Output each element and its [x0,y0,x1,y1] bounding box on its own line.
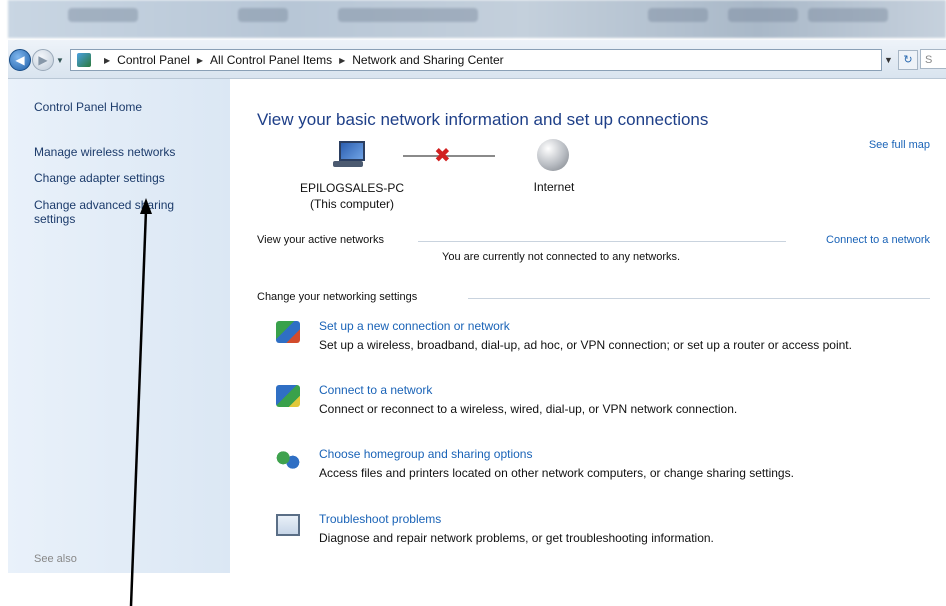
connect-to-network-link[interactable]: Connect to a network [826,234,930,246]
change-advanced-sharing-link-cont[interactable]: settings [34,212,75,226]
task-title-link[interactable]: Set up a new connection or network [319,319,510,333]
task-connect-network: Connect to a network Connect or reconnec… [276,383,936,423]
see-also-label: See also [34,553,77,565]
change-advanced-sharing-link[interactable]: Change advanced sharing [34,198,174,212]
computer-label: EPILOGSALES-PC (This computer) [294,180,410,212]
screenshot: ◀ ▶ ▼ ▶ Control Panel ▶ All Control Pane… [0,0,946,606]
breadcrumb-separator-icon: ▶ [196,55,204,65]
troubleshoot-icon [276,514,300,536]
task-title-link[interactable]: Troubleshoot problems [319,512,441,526]
task-troubleshoot: Troubleshoot problems Diagnose and repai… [276,512,936,552]
control-panel-home-link[interactable]: Control Panel Home [34,100,142,114]
control-panel-icon [77,53,91,67]
disconnected-x-icon: ✖ [434,145,451,167]
task-title-link[interactable]: Connect to a network [319,383,432,397]
new-connection-icon [276,321,300,343]
forward-arrow-icon[interactable]: ▶ [32,49,54,71]
task-title-link[interactable]: Choose homegroup and sharing options [319,447,532,461]
address-dropdown-chevron-icon[interactable]: ▼ [884,55,893,65]
left-task-pane: Control Panel Home Manage wireless netwo… [8,79,230,573]
task-homegroup: Choose homegroup and sharing options Acc… [276,447,936,487]
main-content: View your basic network information and … [230,79,946,573]
task-description: Access files and printers located on oth… [319,466,794,480]
computer-icon [333,141,367,169]
address-bar[interactable]: ▶ Control Panel ▶ All Control Panel Item… [70,49,882,71]
breadcrumb-separator-icon: ▶ [104,55,111,65]
navigation-bar: ◀ ▶ ▼ ▶ Control Panel ▶ All Control Pane… [8,40,946,79]
refresh-icon[interactable]: ↻ [898,50,918,70]
page-title: View your basic network information and … [257,110,709,129]
task-description: Set up a wireless, broadband, dial-up, a… [319,338,852,352]
task-new-connection: Set up a new connection or network Set u… [276,319,936,359]
section-divider [418,241,786,242]
breadcrumb-control-panel[interactable]: Control Panel [117,53,190,67]
computer-name: EPILOGSALES-PC [299,181,405,195]
homegroup-icon [276,449,300,471]
see-full-map-link[interactable]: See full map [869,139,930,151]
task-description: Diagnose and repair network problems, or… [319,531,714,545]
task-description: Connect or reconnect to a wireless, wire… [319,402,738,416]
active-networks-heading: View your active networks [257,234,384,246]
window-title-bar [8,0,946,38]
internet-label: Internet [533,180,575,194]
connect-network-icon [276,385,300,407]
change-settings-heading: Change your networking settings [257,291,418,303]
change-adapter-settings-link[interactable]: Change adapter settings [34,171,165,185]
recent-pages-chevron-icon[interactable]: ▼ [56,56,64,65]
back-arrow-icon[interactable]: ◀ [9,49,31,71]
breadcrumb-separator-icon: ▶ [339,55,346,65]
internet-globe-icon [537,139,569,171]
search-input[interactable]: S [920,49,946,69]
not-connected-message: You are currently not connected to any n… [442,251,681,263]
computer-subtitle: (This computer) [309,197,395,211]
section-divider [468,298,930,299]
breadcrumb: ▶ Control Panel ▶ All Control Panel Item… [97,53,504,67]
manage-wireless-networks-link[interactable]: Manage wireless networks [34,145,175,159]
breadcrumb-network-center[interactable]: Network and Sharing Center [352,53,503,67]
breadcrumb-all-items[interactable]: All Control Panel Items [210,53,332,67]
